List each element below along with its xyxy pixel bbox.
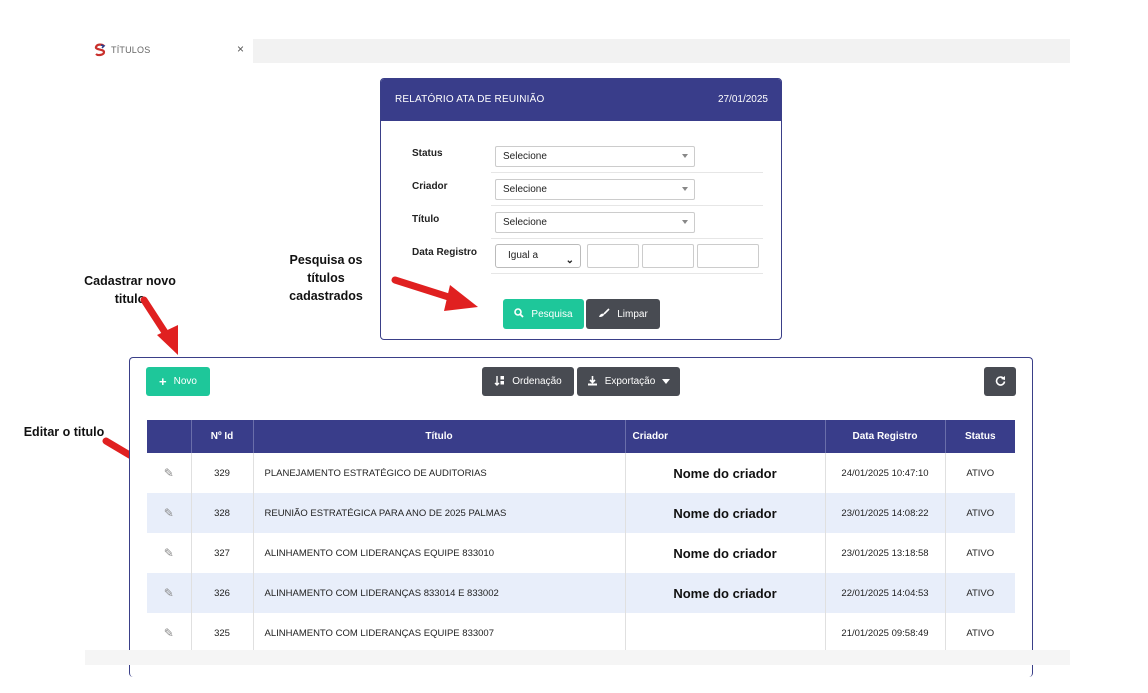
row-title: ALINHAMENTO COM LIDERANÇAS 833014 E 8330…: [253, 573, 626, 613]
close-icon[interactable]: ×: [237, 42, 244, 56]
chevron-down-icon: ⌄: [565, 255, 574, 266]
arrow-icon: [391, 276, 478, 311]
row-status: ATIVO: [966, 467, 995, 479]
edit-icon[interactable]: ✎: [163, 467, 175, 479]
table-row: ✎ 327 ALINHAMENTO COM LIDERANÇAS EQUIPE …: [147, 533, 1015, 573]
edit-annotation: Editar o titulo: [23, 425, 105, 439]
row-id: 329: [191, 453, 254, 493]
arrow-icon: [140, 296, 178, 355]
data-registro-label: Data Registro: [412, 247, 478, 258]
tab-title: TÍTULOS: [111, 45, 151, 55]
titulo-label: Título: [412, 214, 440, 225]
report-title: RELATÓRIO ATA DE REUINIÃO: [395, 94, 545, 105]
refresh-icon: [995, 375, 1006, 389]
search-button[interactable]: Pesquisa: [503, 299, 584, 329]
column-header-title[interactable]: Título: [253, 420, 626, 453]
row-title: ALINHAMENTO COM LIDERANÇAS EQUIPE 833010: [253, 533, 626, 573]
column-header-id[interactable]: Nº Id: [191, 420, 254, 453]
new-button[interactable]: + Novo: [146, 367, 210, 396]
bottom-strip: [85, 650, 1070, 665]
criador-label: Criador: [412, 181, 448, 192]
export-button[interactable]: Exportação: [577, 367, 680, 396]
titulo-select[interactable]: Selecione: [495, 212, 695, 233]
row-id: 326: [191, 573, 254, 613]
row-date: 22/01/2025 14:04:53: [825, 573, 946, 613]
table-row: ✎ 329 PLANEJAMENTO ESTRATÉGICO DE AUDITO…: [147, 453, 1015, 493]
table-row: ✎ 325 ALINHAMENTO COM LIDERANÇAS EQUIPE …: [147, 613, 1015, 653]
edit-icon[interactable]: ✎: [163, 547, 175, 559]
table-row: ✎ 326 ALINHAMENTO COM LIDERANÇAS 833014 …: [147, 573, 1015, 613]
criador-select[interactable]: Selecione: [495, 179, 695, 200]
row-id: 328: [191, 493, 254, 533]
row-creator: Nome do criador: [673, 505, 777, 521]
divider: [491, 238, 763, 239]
row-date: 24/01/2025 10:47:10: [825, 453, 946, 493]
edit-icon[interactable]: ✎: [163, 507, 175, 519]
date-operator-select[interactable]: Igual a ⌄: [495, 244, 581, 268]
row-status: ATIVO: [966, 547, 995, 559]
sort-icon: [494, 375, 505, 389]
report-date: 27/01/2025: [717, 94, 768, 105]
row-title: PLANEJAMENTO ESTRATÉGICO DE AUDITORIAS: [253, 453, 626, 493]
column-header-status[interactable]: Status: [945, 420, 1015, 453]
date-month-input[interactable]: [642, 244, 694, 268]
row-title: ALINHAMENTO COM LIDERANÇAS EQUIPE 833007: [253, 613, 626, 653]
column-header-date[interactable]: Data Registro: [825, 420, 946, 453]
row-date: 23/01/2025 13:18:58: [825, 533, 946, 573]
row-id: 325: [191, 613, 254, 653]
divider: [491, 273, 763, 274]
caret-down-icon: [662, 379, 671, 384]
filter-panel-header: RELATÓRIO ATA DE REUINIÃO 27/01/2025: [381, 79, 781, 121]
row-status: ATIVO: [945, 493, 1015, 533]
row-creator: Nome do criador: [673, 585, 777, 601]
table-header-row: Nº Id Título Criador Data Registro Statu…: [147, 420, 1015, 453]
column-header-actions: [147, 420, 192, 453]
date-year-input[interactable]: [697, 244, 759, 268]
row-title: REUNIÃO ESTRATÉGICA PARA ANO DE 2025 PAL…: [253, 493, 626, 533]
sort-button[interactable]: Ordenação: [482, 367, 574, 396]
row-date: 23/01/2025 14:08:22: [825, 493, 946, 533]
row-id: 327: [191, 533, 254, 573]
download-icon: [587, 375, 598, 389]
row-status: ATIVO: [966, 627, 995, 639]
brush-icon: [598, 307, 610, 321]
status-label: Status: [412, 148, 443, 159]
table-row: ✎ 328 REUNIÃO ESTRATÉGICA PARA ANO DE 20…: [147, 493, 1015, 533]
row-status: ATIVO: [945, 573, 1015, 613]
divider: [491, 205, 763, 206]
clear-button[interactable]: Limpar: [586, 299, 660, 329]
search-icon: [514, 307, 525, 321]
status-select[interactable]: Selecione: [495, 146, 695, 167]
results-table: Nº Id Título Criador Data Registro Statu…: [147, 420, 1015, 653]
row-creator: Nome do criador: [673, 545, 777, 561]
app-logo-icon: [93, 43, 107, 57]
row-creator: Nome do criador: [673, 465, 777, 481]
edit-icon[interactable]: ✎: [163, 627, 175, 639]
date-day-input[interactable]: [587, 244, 639, 268]
column-header-creator[interactable]: Criador: [625, 420, 826, 453]
search-annotation: Pesquisa os títulos cadastrados: [289, 253, 363, 303]
divider: [491, 172, 763, 173]
plus-icon: +: [159, 374, 167, 389]
row-date: 21/01/2025 09:58:49: [825, 613, 946, 653]
refresh-button[interactable]: [984, 367, 1016, 396]
edit-icon[interactable]: ✎: [163, 587, 175, 599]
